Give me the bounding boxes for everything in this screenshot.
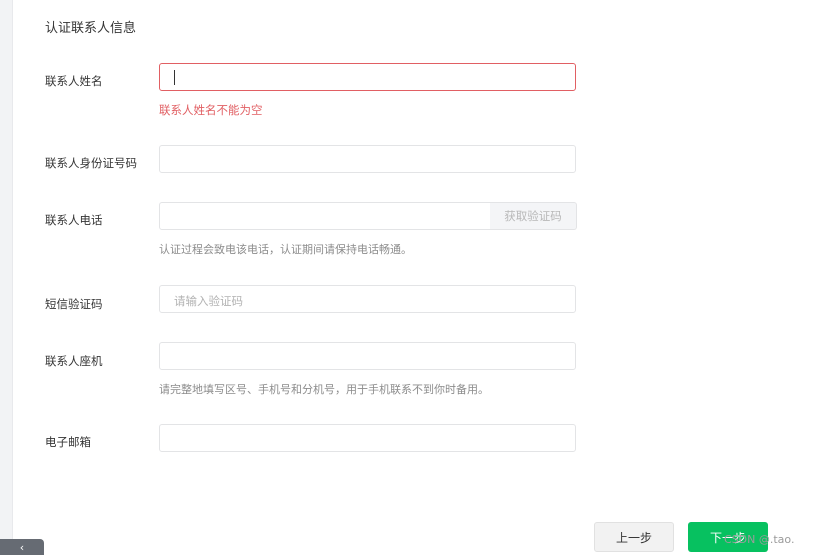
contact-name-input[interactable] [159, 63, 576, 91]
left-sidebar-strip [0, 0, 13, 555]
watermark: CSDN @.tao. [724, 533, 795, 546]
contact-phone-label: 联系人电话 [45, 213, 103, 227]
text-caret [174, 70, 175, 85]
section-title: 认证联系人信息 [45, 21, 137, 36]
collapse-tab[interactable]: ‹ [0, 539, 44, 555]
email-label: 电子邮箱 [45, 435, 91, 449]
landline-label: 联系人座机 [45, 354, 103, 368]
contact-id-input[interactable] [159, 145, 576, 173]
contact-name-label: 联系人姓名 [45, 74, 103, 88]
contact-name-error: 联系人姓名不能为空 [159, 103, 263, 117]
get-code-button[interactable]: 获取验证码 [490, 202, 577, 230]
chevron-left-icon: ‹ [19, 540, 25, 554]
contact-id-label: 联系人身份证号码 [45, 156, 137, 170]
landline-hint: 请完整地填写区号、手机号和分机号，用于手机联系不到你时备用。 [159, 383, 489, 396]
sms-code-label: 短信验证码 [45, 297, 103, 311]
sms-code-input[interactable]: 请输入验证码 [159, 285, 576, 313]
sms-code-placeholder: 请输入验证码 [174, 294, 243, 308]
prev-step-button[interactable]: 上一步 [594, 522, 674, 552]
email-input[interactable] [159, 424, 576, 452]
landline-input[interactable] [159, 342, 576, 370]
contact-phone-hint: 认证过程会致电该电话，认证期间请保持电话畅通。 [159, 243, 412, 256]
contact-phone-input[interactable] [159, 202, 491, 230]
